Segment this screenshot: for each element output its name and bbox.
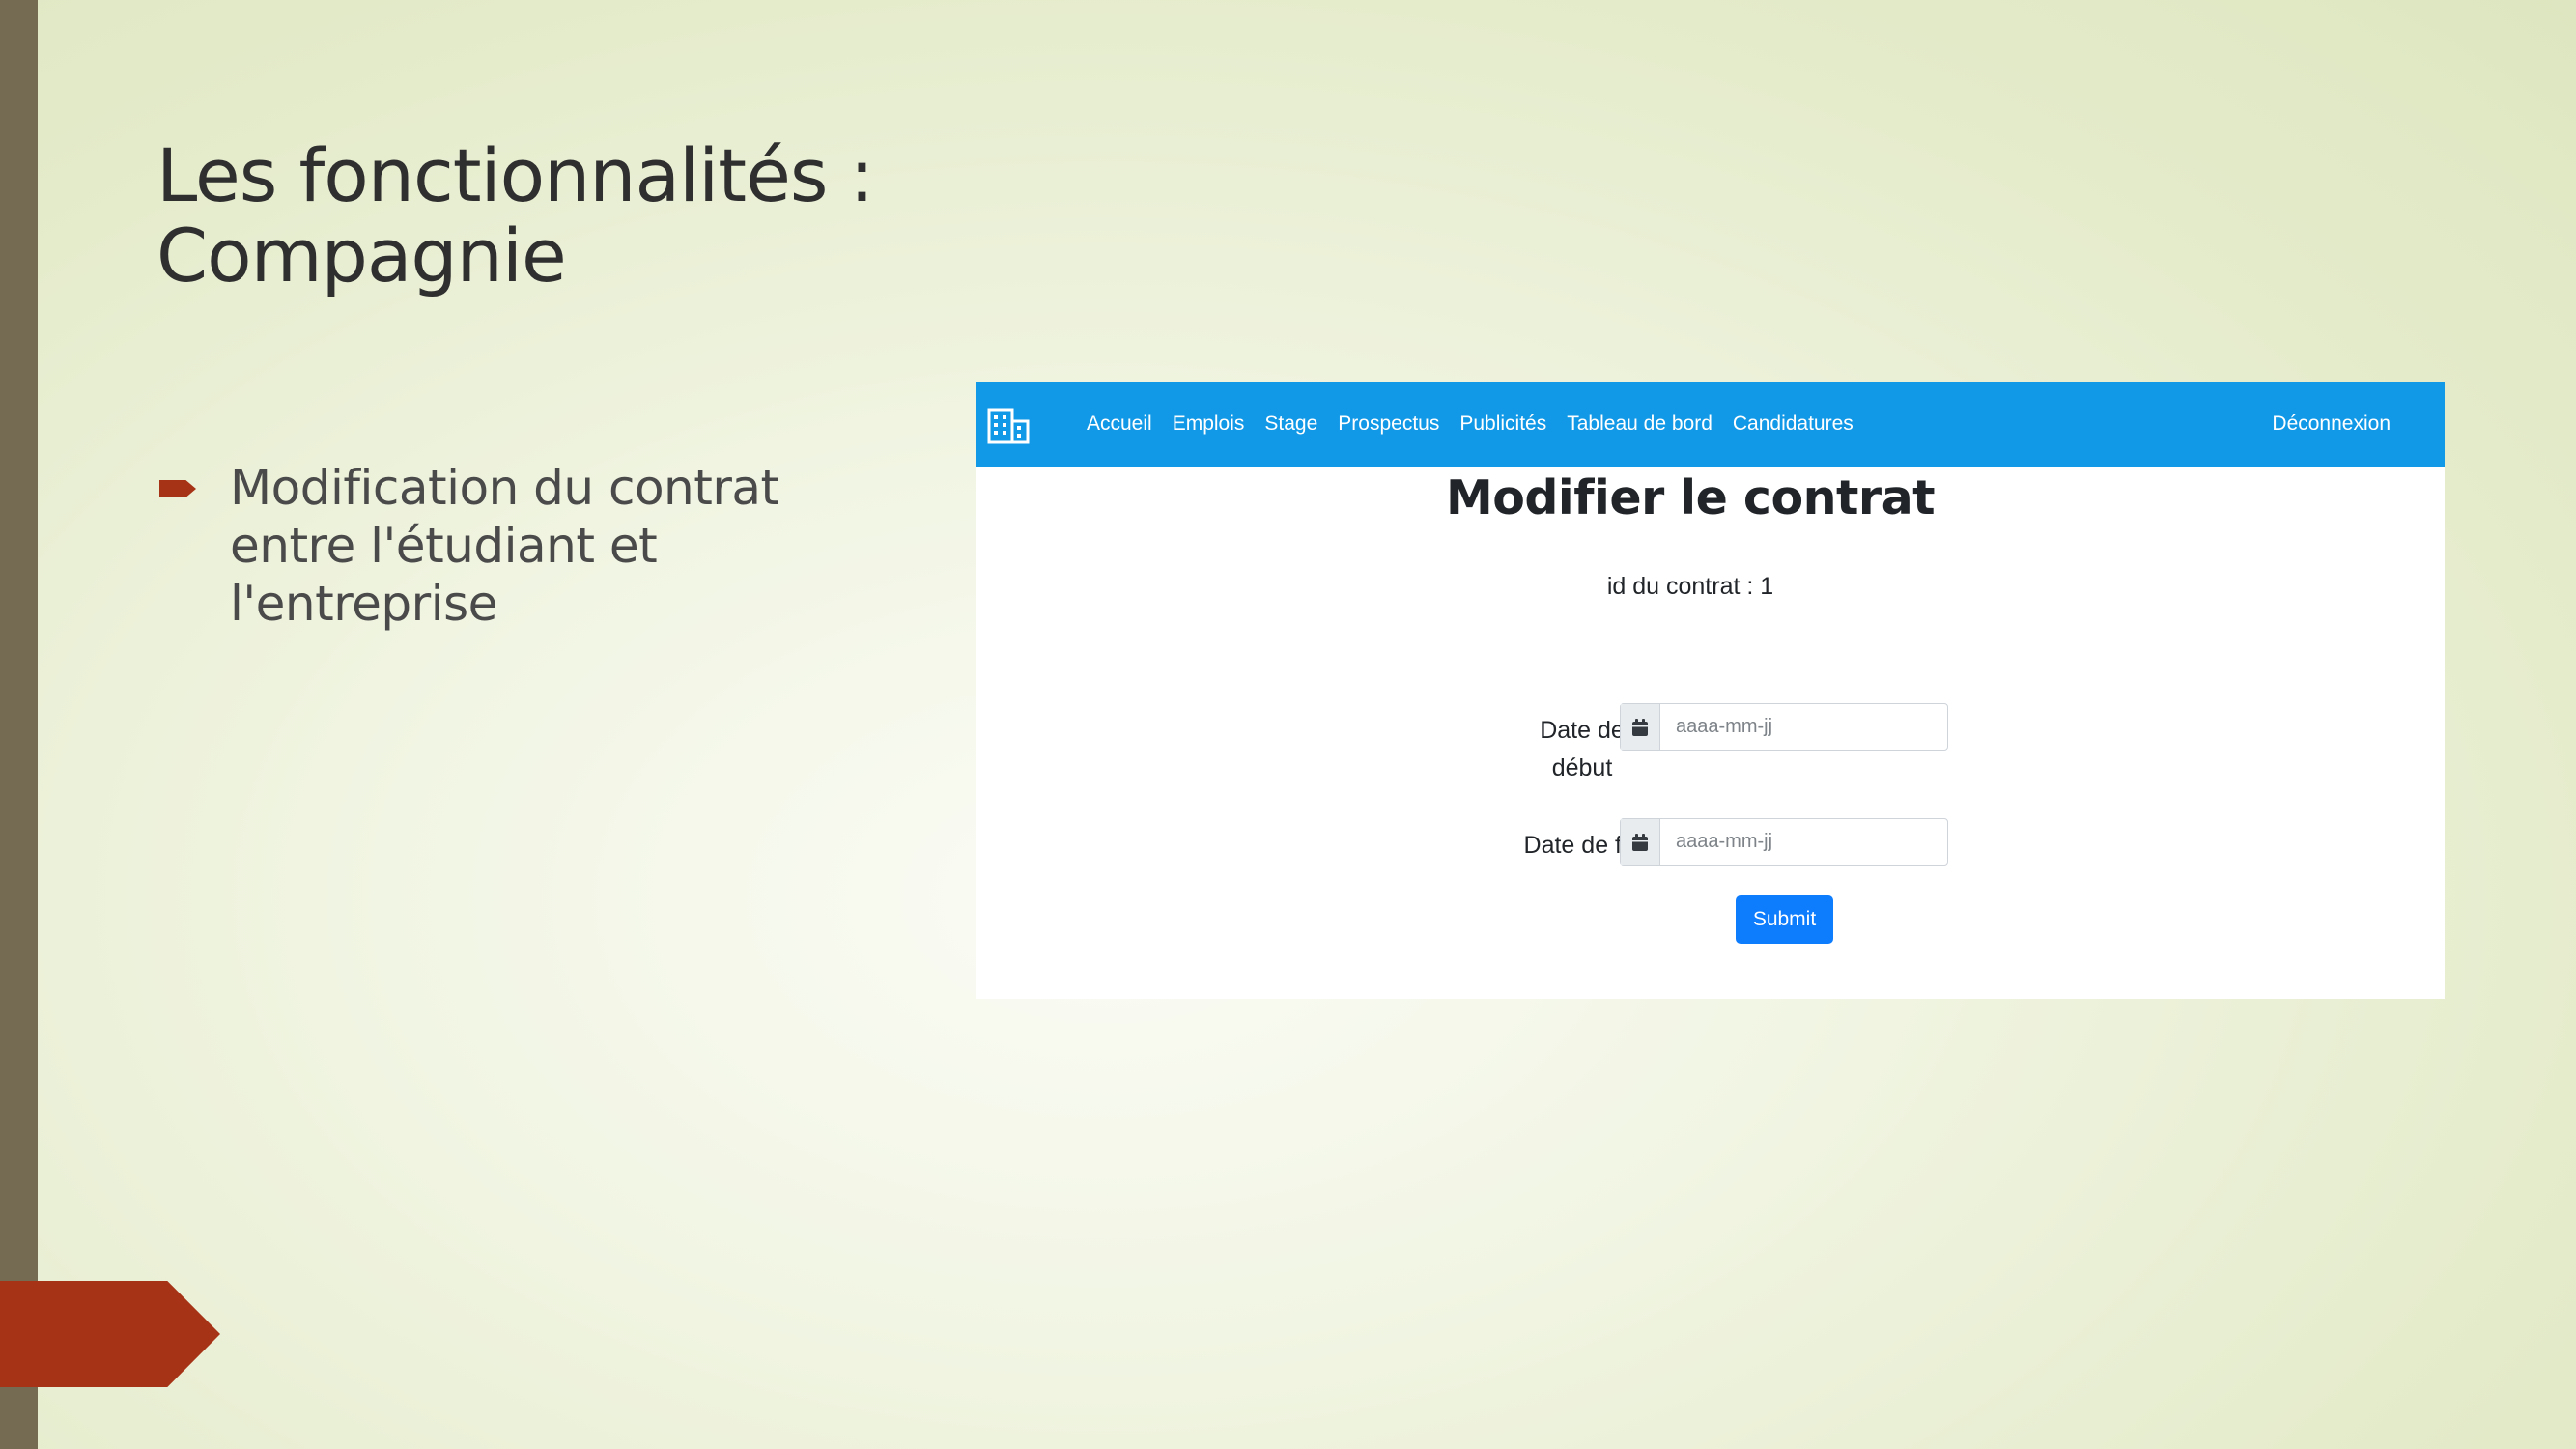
navbar: Accueil Emplois Stage Prospectus Publici…: [976, 382, 2445, 467]
end-date-input[interactable]: [1660, 819, 1947, 865]
nav-link-emplois[interactable]: Emplois: [1173, 412, 1245, 436]
nav-link-prospectus[interactable]: Prospectus: [1338, 412, 1439, 436]
nav-link-accueil[interactable]: Accueil: [1087, 412, 1152, 436]
start-date-input[interactable]: [1660, 704, 1947, 750]
slide-title-line-1: Les fonctionnalités :: [156, 132, 874, 218]
end-date-input-group: [1620, 818, 1948, 866]
submit-button[interactable]: Submit: [1736, 895, 1833, 944]
bullet-arrow-icon: [159, 480, 196, 497]
nav-link-tableau-de-bord[interactable]: Tableau de bord: [1567, 412, 1713, 436]
slide-arrow-decoration: [0, 1281, 220, 1387]
bullet-line-1: Modification du contrat: [230, 460, 779, 516]
app-screenshot: Accueil Emplois Stage Prospectus Publici…: [976, 382, 2445, 999]
building-icon[interactable]: [987, 408, 1030, 444]
nav-link-candidatures[interactable]: Candidatures: [1733, 412, 1854, 436]
bullet-line-3: l'entreprise: [230, 576, 497, 632]
start-date-label-line-2: début: [1551, 754, 1613, 781]
nav-link-stage[interactable]: Stage: [1264, 412, 1317, 436]
slide-title: Les fonctionnalités : Compagnie: [156, 132, 874, 298]
bullet-line-2: entre l'étudiant et: [230, 518, 658, 574]
slide-title-line-2: Compagnie: [156, 213, 567, 298]
start-date-input-group: [1620, 703, 1948, 751]
slide-sidebar: [0, 0, 38, 1449]
nav-links: Accueil Emplois Stage Prospectus Publici…: [1087, 382, 1874, 467]
nav-link-publicites[interactable]: Publicités: [1459, 412, 1546, 436]
calendar-icon: [1621, 704, 1660, 750]
contract-id-text: id du contrat : 1: [1606, 573, 1774, 600]
calendar-icon: [1621, 819, 1660, 865]
logout-link[interactable]: Déconnexion: [2272, 382, 2391, 467]
bullet-text: Modification du contrat entre l'étudiant…: [230, 459, 867, 633]
page-title: Modifier le contrat: [1445, 470, 1936, 526]
